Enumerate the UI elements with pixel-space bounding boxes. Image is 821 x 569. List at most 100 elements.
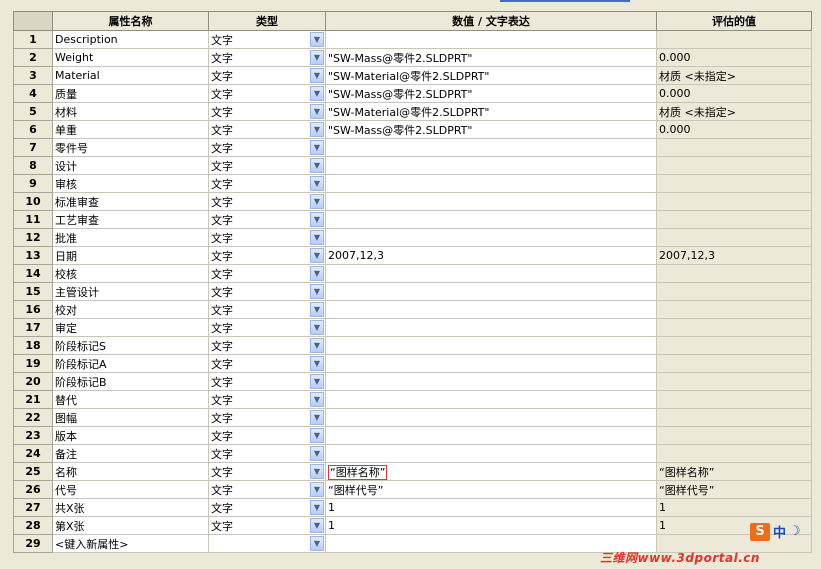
table-row[interactable]: 2 Weight 文字 ▼ "SW-Mass@零件2.SLDPRT" 0.000 <box>13 48 812 67</box>
row-number[interactable]: 9 <box>13 174 53 193</box>
row-number[interactable]: 6 <box>13 120 53 139</box>
type-select[interactable]: 文字 ▼ <box>208 300 326 319</box>
property-name-cell[interactable]: 审定 <box>52 318 209 337</box>
property-name-cell[interactable]: Weight <box>52 48 209 67</box>
property-name-cell[interactable]: 第X张 <box>52 516 209 535</box>
property-name-cell[interactable]: 版本 <box>52 426 209 445</box>
header-property-name[interactable]: 属性名称 <box>52 11 209 31</box>
table-row[interactable]: 3 Material 文字 ▼ "SW-Material@零件2.SLDPRT" 材质 <… <box>13 66 812 85</box>
type-select[interactable]: 文字 ▼ <box>208 390 326 409</box>
row-number[interactable]: 17 <box>13 318 53 337</box>
value-expression-cell[interactable]: "SW-Mass@零件2.SLDPRT" <box>325 48 657 67</box>
property-name-cell[interactable]: 批准 <box>52 228 209 247</box>
chevron-down-icon[interactable]: ▼ <box>310 86 324 101</box>
ime-toolbar[interactable]: S 中 ☽ <box>750 522 801 541</box>
table-row[interactable]: 20 阶段标记B 文字 ▼ <box>13 372 812 391</box>
row-number[interactable]: 25 <box>13 462 53 481</box>
value-expression-cell[interactable]: "SW-Material@零件2.SLDPRT" <box>325 66 657 85</box>
row-number[interactable]: 18 <box>13 336 53 355</box>
chevron-down-icon[interactable]: ▼ <box>310 68 324 83</box>
property-name-cell[interactable]: 图幅 <box>52 408 209 427</box>
property-name-cell[interactable]: 质量 <box>52 84 209 103</box>
chevron-down-icon[interactable]: ▼ <box>310 320 324 335</box>
header-type[interactable]: 类型 <box>208 11 326 31</box>
property-name-cell[interactable]: Description <box>52 30 209 49</box>
value-expression-cell[interactable]: "SW-Mass@零件2.SLDPRT" <box>325 120 657 139</box>
value-expression-cell[interactable] <box>325 372 657 391</box>
table-row[interactable]: 26 代号 文字 ▼ “图样代号” “图样代号” <box>13 480 812 499</box>
row-number[interactable]: 11 <box>13 210 53 229</box>
row-number[interactable]: 21 <box>13 390 53 409</box>
type-select[interactable]: 文字 ▼ <box>208 192 326 211</box>
table-row[interactable]: 8 设计 文字 ▼ <box>13 156 812 175</box>
value-expression-cell[interactable] <box>325 300 657 319</box>
chevron-down-icon[interactable]: ▼ <box>310 104 324 119</box>
type-select[interactable]: 文字 ▼ <box>208 156 326 175</box>
selected-value-text[interactable]: “图样名称” <box>328 464 388 480</box>
row-number[interactable]: 22 <box>13 408 53 427</box>
header-evaluated-value[interactable]: 评估的值 <box>656 11 812 31</box>
row-number[interactable]: 7 <box>13 138 53 157</box>
property-name-cell[interactable]: 阶段标记S <box>52 336 209 355</box>
property-name-cell[interactable]: 备注 <box>52 444 209 463</box>
table-row[interactable]: 14 校核 文字 ▼ <box>13 264 812 283</box>
type-select[interactable]: 文字 ▼ <box>208 462 326 481</box>
chevron-down-icon[interactable]: ▼ <box>310 428 324 443</box>
property-name-cell[interactable]: 校对 <box>52 300 209 319</box>
type-select[interactable]: 文字 ▼ <box>208 246 326 265</box>
chevron-down-icon[interactable]: ▼ <box>310 122 324 137</box>
chevron-down-icon[interactable]: ▼ <box>310 464 324 479</box>
chevron-down-icon[interactable]: ▼ <box>310 500 324 515</box>
property-name-cell[interactable]: 名称 <box>52 462 209 481</box>
value-expression-cell[interactable]: 1 <box>325 498 657 517</box>
type-select[interactable]: 文字 ▼ <box>208 30 326 49</box>
row-number[interactable]: 13 <box>13 246 53 265</box>
chevron-down-icon[interactable]: ▼ <box>310 518 324 533</box>
type-select[interactable]: 文字 ▼ <box>208 66 326 85</box>
value-expression-cell[interactable] <box>325 444 657 463</box>
row-number[interactable]: 12 <box>13 228 53 247</box>
table-row[interactable]: 6 单重 文字 ▼ "SW-Mass@零件2.SLDPRT" 0.000 <box>13 120 812 139</box>
table-row[interactable]: 5 材料 文字 ▼ "SW-Material@零件2.SLDPRT" 材质 <未指定> <box>13 102 812 121</box>
type-select[interactable]: 文字 ▼ <box>208 138 326 157</box>
value-expression-cell[interactable]: “图样代号” <box>325 480 657 499</box>
chevron-down-icon[interactable]: ▼ <box>310 536 324 551</box>
type-select[interactable]: ▼ <box>208 534 326 553</box>
property-name-cell[interactable]: 材料 <box>52 102 209 121</box>
table-row[interactable]: 11 工艺审查 文字 ▼ <box>13 210 812 229</box>
type-select[interactable]: 文字 ▼ <box>208 498 326 517</box>
table-row[interactable]: 10 标准审查 文字 ▼ <box>13 192 812 211</box>
type-select[interactable]: 文字 ▼ <box>208 480 326 499</box>
type-select[interactable]: 文字 ▼ <box>208 318 326 337</box>
value-expression-cell[interactable] <box>325 282 657 301</box>
table-row[interactable]: 23 版本 文字 ▼ <box>13 426 812 445</box>
value-expression-cell[interactable] <box>325 174 657 193</box>
type-select[interactable]: 文字 ▼ <box>208 228 326 247</box>
table-row[interactable]: 27 共X张 文字 ▼ 1 1 <box>13 498 812 517</box>
value-expression-cell[interactable]: 2007,12,3 <box>325 246 657 265</box>
chevron-down-icon[interactable]: ▼ <box>310 338 324 353</box>
chevron-down-icon[interactable]: ▼ <box>310 32 324 47</box>
table-row[interactable]: 25 名称 文字 ▼ “图样名称” “图样名称” <box>13 462 812 481</box>
property-name-cell[interactable]: 代号 <box>52 480 209 499</box>
row-number[interactable]: 15 <box>13 282 53 301</box>
type-select[interactable]: 文字 ▼ <box>208 120 326 139</box>
chevron-down-icon[interactable]: ▼ <box>310 392 324 407</box>
property-name-cell[interactable]: 单重 <box>52 120 209 139</box>
table-row[interactable]: 19 阶段标记A 文字 ▼ <box>13 354 812 373</box>
table-row[interactable]: 1 Description 文字 ▼ <box>13 30 812 49</box>
type-select[interactable]: 文字 ▼ <box>208 336 326 355</box>
table-row[interactable]: 21 替代 文字 ▼ <box>13 390 812 409</box>
value-expression-cell[interactable] <box>325 156 657 175</box>
property-name-cell[interactable]: 标准审查 <box>52 192 209 211</box>
property-name-cell[interactable]: 阶段标记A <box>52 354 209 373</box>
row-number[interactable]: 14 <box>13 264 53 283</box>
chevron-down-icon[interactable]: ▼ <box>310 356 324 371</box>
table-row[interactable]: 12 批准 文字 ▼ <box>13 228 812 247</box>
value-expression-cell[interactable] <box>325 426 657 445</box>
chevron-down-icon[interactable]: ▼ <box>310 194 324 209</box>
table-row[interactable]: 28 第X张 文字 ▼ 1 1 <box>13 516 812 535</box>
property-name-cell[interactable]: 审核 <box>52 174 209 193</box>
type-select[interactable]: 文字 ▼ <box>208 408 326 427</box>
ime-language-toggle[interactable]: 中 <box>773 522 786 541</box>
